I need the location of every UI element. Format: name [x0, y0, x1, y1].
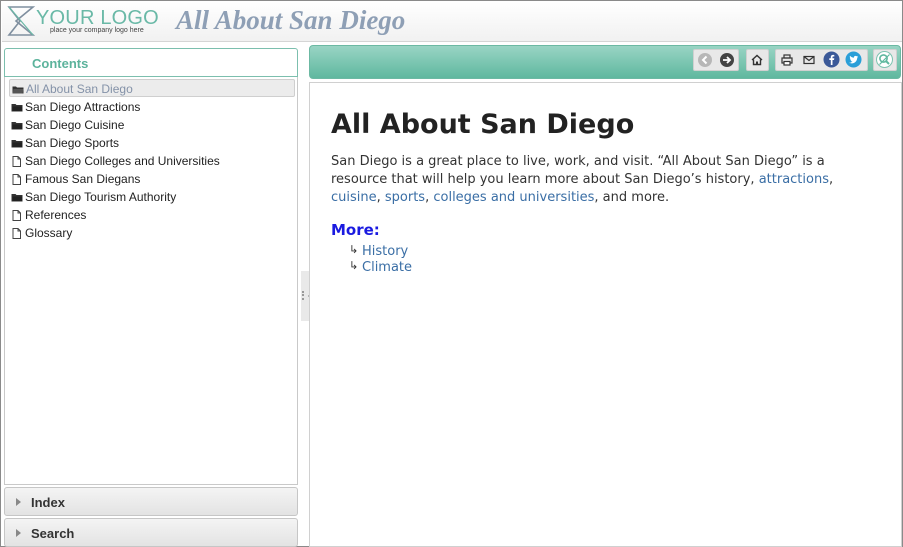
- link-sports[interactable]: sports: [385, 190, 425, 205]
- toc-item-label: San Diego Attractions: [25, 100, 141, 114]
- intro-text: San Diego is a great place to live, work…: [331, 154, 825, 187]
- book-icon: [11, 104, 23, 112]
- toc-item-famous-san-diegans[interactable]: Famous San Diegans: [9, 170, 295, 188]
- logo-mark-icon: [7, 6, 36, 36]
- forward-icon: [720, 53, 734, 67]
- related-arrow-icon: ↳: [349, 243, 359, 256]
- facebook-button[interactable]: [822, 50, 843, 70]
- link-history[interactable]: History: [362, 244, 408, 259]
- home-icon: [751, 54, 763, 66]
- app-window: YOUR LOGO place your company logo here A…: [0, 0, 903, 547]
- toc-item-label: Glossary: [25, 226, 73, 240]
- accordion-search-label: Search: [31, 526, 75, 541]
- link-colleges[interactable]: colleges and universities: [433, 190, 594, 205]
- more-heading: More:: [331, 221, 380, 239]
- highlight-button-group: [873, 49, 897, 71]
- accordion-index[interactable]: Index: [4, 487, 298, 516]
- print-button[interactable]: [777, 50, 798, 70]
- back-icon: [698, 53, 712, 67]
- related-arrow-icon: ↳: [349, 259, 359, 272]
- toc-item-label: San Diego Sports: [25, 136, 120, 150]
- toc-item-cuisine[interactable]: San Diego Cuisine: [9, 116, 295, 134]
- page-icon: [12, 210, 21, 221]
- separator-text: ,: [828, 172, 834, 187]
- toc-item-label: San Diego Tourism Authority: [25, 190, 177, 204]
- toolbar: [309, 45, 901, 79]
- home-button-group: [746, 49, 769, 71]
- toc-item-references[interactable]: References: [9, 206, 295, 224]
- toc-item-label: Famous San Diegans: [25, 172, 141, 186]
- grip-icon: [302, 291, 304, 300]
- expand-arrow-icon: [16, 529, 21, 537]
- link-cuisine[interactable]: cuisine: [331, 190, 377, 205]
- toc-item-colleges[interactable]: San Diego Colleges and Universities: [9, 152, 295, 170]
- toc-item-label: San Diego Cuisine: [25, 118, 125, 132]
- remove-highlight-button[interactable]: [875, 50, 896, 70]
- back-button[interactable]: [695, 50, 716, 70]
- toc-item-glossary[interactable]: Glossary: [9, 224, 295, 242]
- link-attractions[interactable]: attractions: [759, 172, 829, 187]
- open-book-icon: [12, 86, 24, 94]
- toc-tree: All About San Diego San Diego Attraction…: [4, 77, 298, 485]
- email-icon: [803, 55, 815, 65]
- print-icon: [781, 54, 793, 66]
- toc-item-tourism-authority[interactable]: San Diego Tourism Authority: [9, 188, 295, 206]
- navigation-pane: Contents All About San Diego San Diego A…: [4, 46, 299, 547]
- topic-content: All About San Diego San Diego is a great…: [309, 82, 902, 547]
- twitter-icon: [845, 51, 862, 68]
- accordion-index-label: Index: [31, 495, 65, 510]
- book-icon: [11, 140, 23, 148]
- toc-item-label: References: [25, 208, 87, 222]
- logo-tagline: place your company logo here: [50, 27, 144, 34]
- search-highlight-icon: [876, 51, 893, 68]
- intro-paragraph: San Diego is a great place to live, work…: [331, 153, 871, 207]
- intro-end-text: , and more.: [594, 190, 670, 205]
- nav-button-group: [693, 49, 739, 71]
- twitter-button[interactable]: [844, 50, 865, 70]
- toc-item-label: All About San Diego: [26, 82, 133, 96]
- separator-text: ,: [376, 190, 385, 205]
- toc-item-all-about-san-diego[interactable]: All About San Diego: [9, 79, 295, 97]
- share-button-group: [775, 49, 868, 71]
- tab-contents-label: Contents: [32, 56, 89, 71]
- header: YOUR LOGO place your company logo here A…: [2, 2, 902, 42]
- accordion-search[interactable]: Search: [4, 518, 298, 547]
- email-button[interactable]: [799, 50, 820, 70]
- site-title: All About San Diego: [176, 5, 406, 35]
- company-logo: YOUR LOGO place your company logo here: [6, 4, 162, 40]
- toc-item-label: San Diego Colleges and Universities: [25, 154, 220, 168]
- page-icon: [12, 174, 21, 185]
- tab-contents[interactable]: Contents: [4, 48, 298, 77]
- book-icon: [11, 194, 23, 202]
- toc-item-attractions[interactable]: San Diego Attractions: [9, 98, 295, 116]
- page-icon: [12, 156, 21, 167]
- facebook-icon: [823, 51, 840, 68]
- link-climate[interactable]: Climate: [362, 260, 412, 275]
- forward-button[interactable]: [717, 50, 738, 70]
- page-icon: [12, 228, 21, 239]
- expand-arrow-icon: [16, 498, 21, 506]
- toc-item-sports[interactable]: San Diego Sports: [9, 134, 295, 152]
- home-button[interactable]: [747, 50, 768, 70]
- book-icon: [11, 122, 23, 130]
- page-title: All About San Diego: [331, 109, 635, 140]
